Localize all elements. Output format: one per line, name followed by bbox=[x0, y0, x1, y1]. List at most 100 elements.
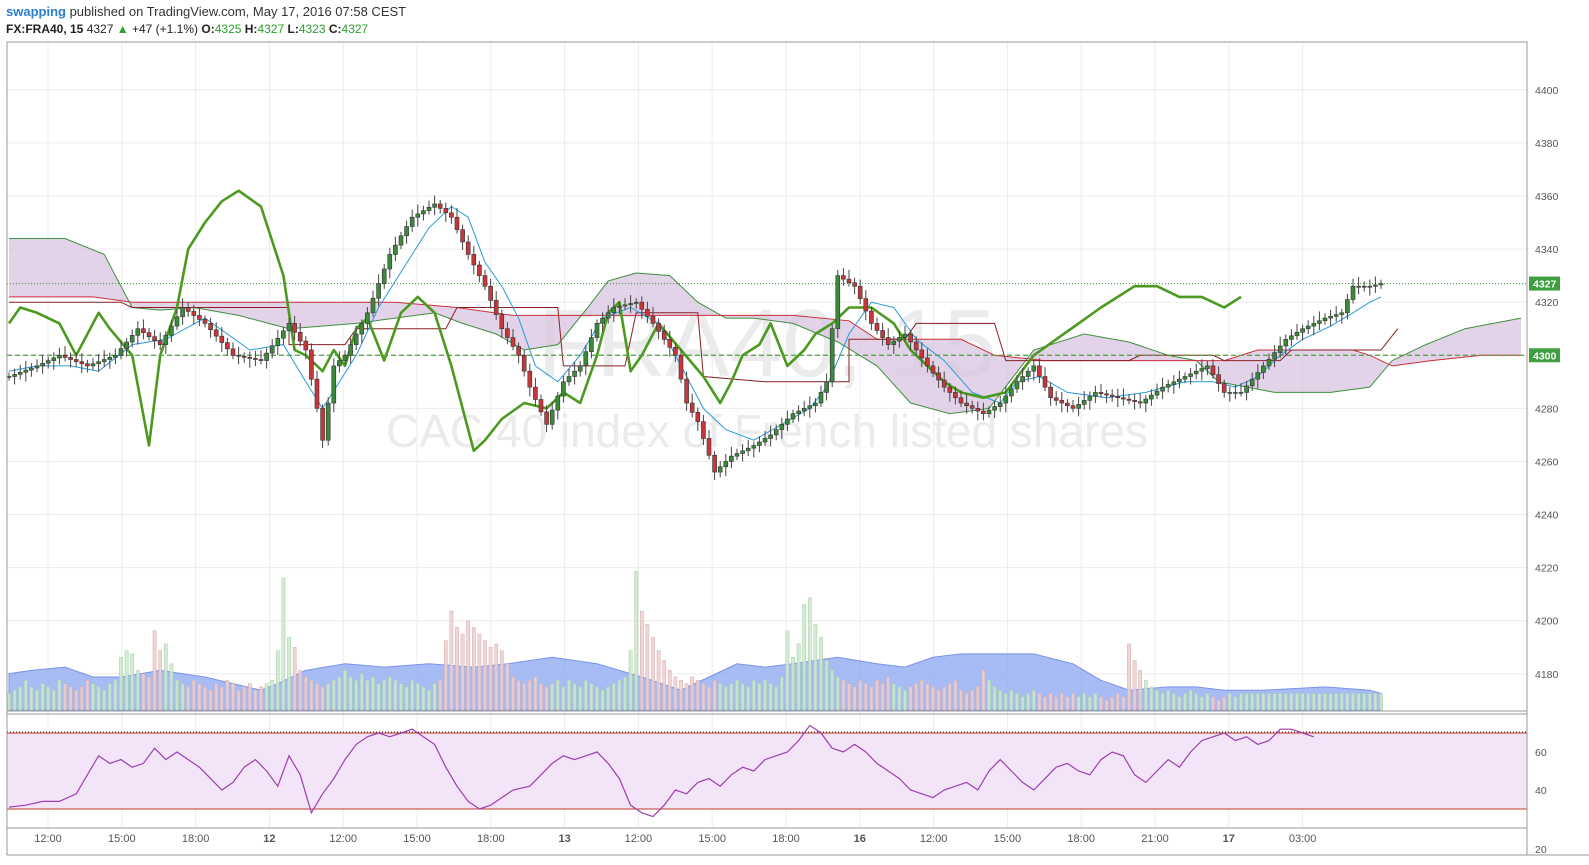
candle-body bbox=[437, 203, 443, 209]
volume-bar bbox=[359, 673, 364, 711]
candle-body bbox=[443, 208, 449, 214]
candle-body bbox=[1361, 285, 1367, 288]
volume-bar bbox=[981, 670, 986, 711]
volume-bar bbox=[1076, 696, 1081, 711]
candle-body bbox=[639, 301, 645, 310]
volume-bar bbox=[460, 633, 465, 711]
volume-bar bbox=[1328, 693, 1333, 711]
candle-body bbox=[835, 275, 841, 330]
candle-body bbox=[1048, 386, 1053, 399]
candle-body bbox=[633, 301, 639, 304]
volume-bar bbox=[533, 676, 538, 711]
volume-bar bbox=[1093, 693, 1098, 711]
time-tick-label: 15:00 bbox=[698, 833, 726, 845]
volume-bar bbox=[264, 683, 269, 711]
volume-bar bbox=[1166, 689, 1171, 711]
volume-bar bbox=[998, 689, 1003, 711]
candle-body bbox=[919, 349, 925, 359]
volume-bar bbox=[886, 676, 891, 711]
price-marker-label: 4327 bbox=[1533, 279, 1557, 291]
volume-bar bbox=[292, 647, 297, 711]
time-tick-label: 16 bbox=[854, 833, 866, 845]
volume-bar bbox=[1323, 693, 1327, 711]
candle-body bbox=[846, 278, 852, 283]
volume-bar bbox=[763, 680, 767, 711]
volume-bar bbox=[1003, 693, 1008, 711]
volume-bar bbox=[1250, 693, 1255, 711]
volume-bar bbox=[634, 571, 639, 711]
volume-bar bbox=[791, 656, 795, 711]
candle-body bbox=[605, 312, 611, 319]
volume-bar bbox=[303, 676, 308, 711]
candle-body bbox=[941, 379, 947, 388]
candle-body bbox=[1143, 398, 1149, 404]
volume-bar bbox=[729, 683, 734, 711]
candle-body bbox=[23, 369, 29, 373]
candle-body bbox=[936, 372, 941, 381]
volume-bar bbox=[662, 660, 667, 711]
candle-body bbox=[813, 402, 818, 407]
candle-body bbox=[113, 354, 118, 358]
candle-body bbox=[1093, 392, 1098, 397]
price-tick-label: 4220 bbox=[1535, 563, 1559, 575]
volume-bar bbox=[35, 689, 39, 711]
rsi-pane[interactable] bbox=[7, 724, 1527, 818]
candle-body bbox=[829, 328, 835, 383]
volume-bar bbox=[735, 680, 739, 711]
volume-bar bbox=[611, 683, 616, 711]
candle-body bbox=[51, 357, 57, 361]
candle-body bbox=[141, 328, 146, 333]
volume-bar bbox=[175, 680, 179, 711]
volume-bar bbox=[1026, 693, 1031, 711]
volume-bar bbox=[421, 686, 426, 711]
time-tick-label: 12:00 bbox=[920, 833, 948, 845]
candle-body bbox=[387, 254, 393, 270]
candle-body bbox=[320, 408, 325, 441]
volume-bar bbox=[1099, 696, 1103, 711]
volume-bar bbox=[1143, 680, 1148, 711]
candle-body bbox=[1154, 390, 1160, 396]
volume-bar bbox=[936, 689, 941, 711]
candle-body bbox=[1221, 383, 1227, 393]
candle-body bbox=[1053, 397, 1059, 401]
candle-body bbox=[152, 336, 157, 341]
volume-bar bbox=[158, 650, 163, 711]
time-tick-label: 12 bbox=[263, 833, 275, 845]
volume-bar bbox=[247, 683, 252, 711]
volume-bar bbox=[1356, 693, 1361, 711]
candle-body bbox=[62, 354, 68, 358]
volume-bar bbox=[595, 686, 599, 711]
candle-body bbox=[1261, 365, 1266, 373]
volume-bar bbox=[1115, 693, 1120, 711]
volume-bar bbox=[1261, 693, 1266, 711]
candle-body bbox=[342, 354, 348, 361]
volume-bar bbox=[1054, 696, 1059, 711]
candle-body bbox=[180, 307, 185, 318]
volume-bar bbox=[1278, 693, 1283, 711]
volume-bar bbox=[511, 676, 515, 711]
volume-bar bbox=[975, 686, 980, 711]
candle-body bbox=[1009, 388, 1014, 397]
candle-body bbox=[673, 346, 678, 356]
candle-body bbox=[1238, 392, 1244, 394]
volume-bar bbox=[1171, 693, 1176, 711]
volume-bar bbox=[516, 680, 521, 711]
volume-bar bbox=[1059, 693, 1064, 711]
candle-body bbox=[549, 409, 555, 425]
candle-body bbox=[723, 461, 729, 468]
volume-bar bbox=[466, 620, 471, 711]
volume-bar bbox=[1149, 686, 1154, 711]
time-tick-label: 21:00 bbox=[1141, 833, 1169, 845]
candle-body bbox=[79, 361, 85, 365]
candle-body bbox=[449, 212, 454, 218]
candle-body bbox=[359, 323, 365, 335]
candle-body bbox=[521, 354, 527, 372]
volume-bar bbox=[85, 680, 90, 711]
volume-bar bbox=[802, 604, 807, 711]
candle-body bbox=[930, 365, 936, 374]
candle-body bbox=[303, 340, 309, 351]
price-chart[interactable]: FRA40, 15 CAC 40 index of French listed … bbox=[0, 0, 1589, 865]
volume-bar bbox=[152, 630, 157, 711]
candle-body bbox=[1020, 376, 1025, 383]
candle-body bbox=[1272, 352, 1277, 360]
